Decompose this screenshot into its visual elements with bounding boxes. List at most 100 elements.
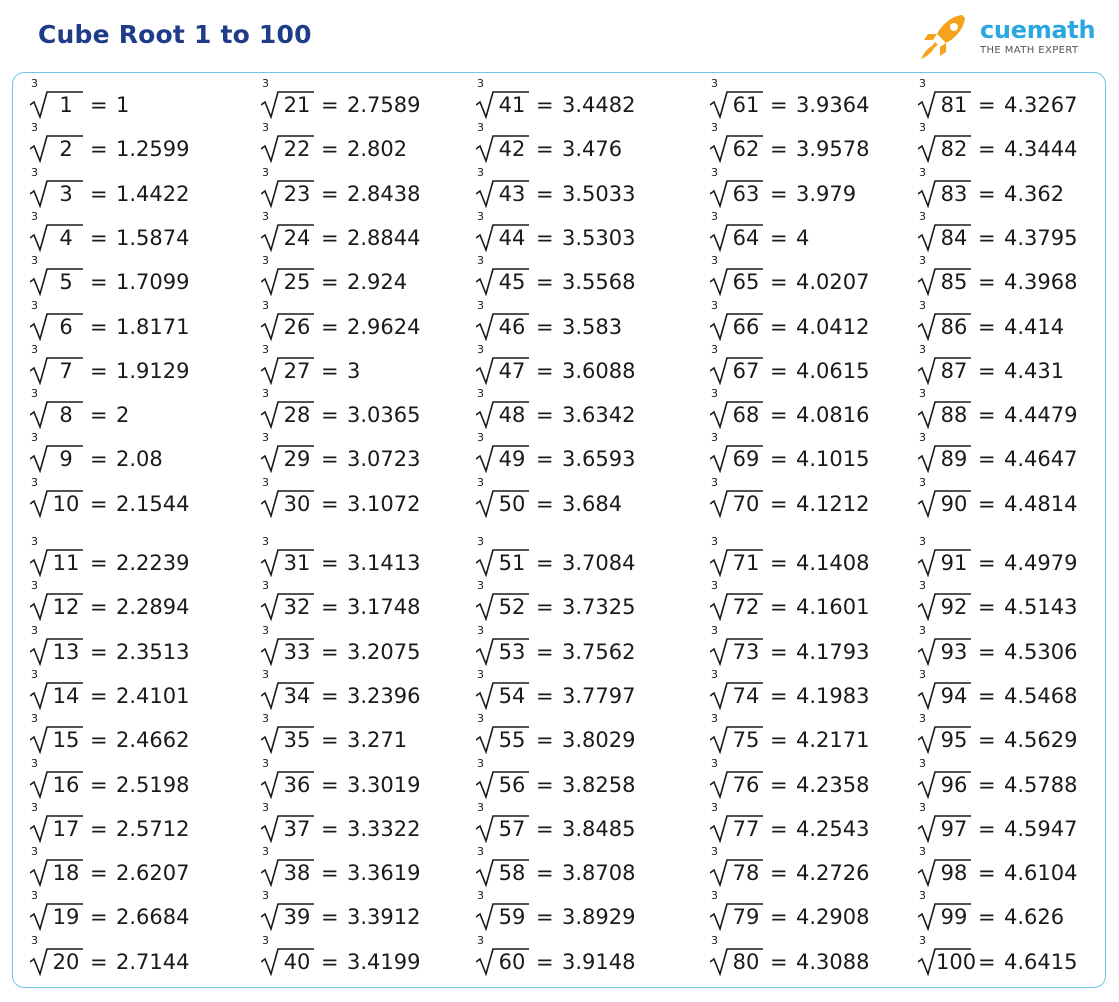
root-index: 3 (711, 579, 718, 593)
radicand: 2 (59, 137, 73, 162)
radicand: 61 (732, 93, 760, 117)
equals-sign: = (978, 639, 996, 664)
radicand: 17 (52, 816, 80, 841)
cube-root-sign: 3 82 (916, 122, 971, 164)
equals-sign: = (321, 949, 339, 974)
table-row: 3 60 = 3.9148 (474, 934, 704, 982)
root-index: 3 (477, 165, 484, 179)
cube-root-sign: 3 69 (708, 432, 763, 474)
root-index: 3 (31, 387, 38, 401)
table-row: 3 39 = 3.3912 (259, 890, 489, 937)
table-row: 3 20 = 2.7144 (28, 934, 258, 982)
radicand: 48 (498, 403, 526, 428)
equals-sign: = (536, 905, 554, 930)
cube-root-sign: 3 75 (708, 713, 763, 755)
cube-root-sign: 34 (28, 210, 83, 252)
radicand: 58 (498, 861, 526, 886)
cube-root-value: 3.0723 (347, 447, 421, 472)
radicand: 72 (732, 595, 760, 620)
radicand: 70 (732, 491, 760, 516)
cube-root-value: 2.802 (347, 137, 408, 162)
cube-root-value: 4.414 (1004, 314, 1065, 339)
cube-root-sign: 3 47 (474, 343, 529, 385)
radicand: 34 (283, 683, 311, 708)
equals-sign: = (321, 225, 339, 250)
cube-root-value: 4.3267 (1004, 93, 1078, 117)
root-index: 3 (477, 933, 484, 947)
cube-root-value: 3.6593 (562, 447, 636, 472)
radicand: 25 (283, 270, 311, 295)
equals-sign: = (90, 314, 108, 339)
root-index: 3 (262, 579, 269, 593)
root-index: 3 (711, 77, 718, 90)
equals-sign: = (770, 403, 788, 428)
equals-sign: = (321, 861, 339, 886)
root-index: 3 (262, 387, 269, 401)
cube-root-value: 4.5788 (1004, 772, 1078, 797)
cube-root-sign: 3 96 (916, 757, 971, 799)
table-row: 3 33 = 3.2075 (259, 624, 489, 672)
equals-sign: = (978, 314, 996, 339)
cube-root-value: 4.0615 (796, 358, 870, 383)
radicand: 30 (283, 491, 311, 516)
root-index: 3 (711, 342, 718, 356)
cube-root-value: 4.4979 (1004, 551, 1078, 575)
root-index: 3 (711, 431, 718, 445)
table-row: 3 80 = 4.3088 (708, 934, 938, 982)
radicand: 38 (283, 861, 311, 886)
radicand: 79 (732, 905, 760, 930)
cube-root-value: 4.3795 (1004, 225, 1078, 250)
cube-root-value: 3.7797 (562, 683, 636, 708)
cube-root-sign: 3 11 (28, 536, 83, 577)
root-index: 3 (919, 800, 926, 814)
table-row: 3 50 = 3.684 (474, 476, 704, 524)
equals-sign: = (770, 861, 788, 886)
cube-root-value: 2.7144 (116, 949, 190, 974)
root-index: 3 (262, 431, 269, 445)
cube-root-value: 2.8438 (347, 181, 421, 206)
cube-root-value: 4.2908 (796, 905, 870, 930)
cube-root-sign: 3 32 (259, 580, 314, 622)
root-index: 3 (477, 77, 484, 90)
table-row: 3 19 = 2.6684 (28, 890, 258, 937)
cube-root-value: 2.2239 (116, 551, 190, 575)
radicand: 89 (940, 447, 968, 472)
equals-sign: = (978, 491, 996, 516)
equals-sign: = (321, 270, 339, 295)
cube-root-value: 4.0412 (796, 314, 870, 339)
equals-sign: = (90, 403, 108, 428)
cube-root-sign: 3 13 (28, 624, 83, 666)
table-row: 3 35 = 3.271 (259, 713, 489, 760)
radicand: 59 (498, 905, 526, 930)
root-index: 3 (477, 756, 484, 770)
radicand: 71 (732, 551, 760, 575)
cube-root-sign: 3 61 (708, 78, 763, 119)
cube-root-sign: 3 24 (259, 210, 314, 252)
root-index: 3 (711, 475, 718, 489)
root-index: 3 (31, 933, 38, 947)
root-index: 3 (31, 298, 38, 312)
equals-sign: = (90, 595, 108, 620)
table-row: 3 84 = 4.3795 (916, 210, 1119, 258)
table-row: 3 48 = 3.6342 (474, 388, 704, 435)
cube-root-value: 4.1793 (796, 639, 870, 664)
cube-root-sign: 3 34 (259, 668, 314, 710)
cube-root-value: 3.0365 (347, 403, 421, 428)
radicand: 10 (52, 491, 80, 516)
cube-root-value: 3.3912 (347, 905, 421, 930)
root-index: 3 (262, 475, 269, 489)
root-index: 3 (919, 431, 926, 445)
cube-root-sign: 32 (28, 122, 83, 164)
equals-sign: = (321, 639, 339, 664)
table-row: 3 21 = 2.7589 (259, 78, 489, 125)
cube-root-value: 3.8708 (562, 861, 636, 886)
equals-sign: = (536, 358, 554, 383)
cube-root-value: 4.4814 (1004, 491, 1078, 516)
table-row: 3 65 = 4.0207 (708, 255, 938, 302)
root-index: 3 (711, 933, 718, 947)
root-index: 3 (262, 933, 269, 947)
equals-sign: = (536, 314, 554, 339)
root-index: 3 (31, 845, 38, 859)
radicand: 42 (498, 137, 526, 162)
table-column: 3 21 = 2.7589 3 22 = 2.802 3 23 = 2.8438 3 24 = 2.8844 3… (259, 73, 489, 987)
